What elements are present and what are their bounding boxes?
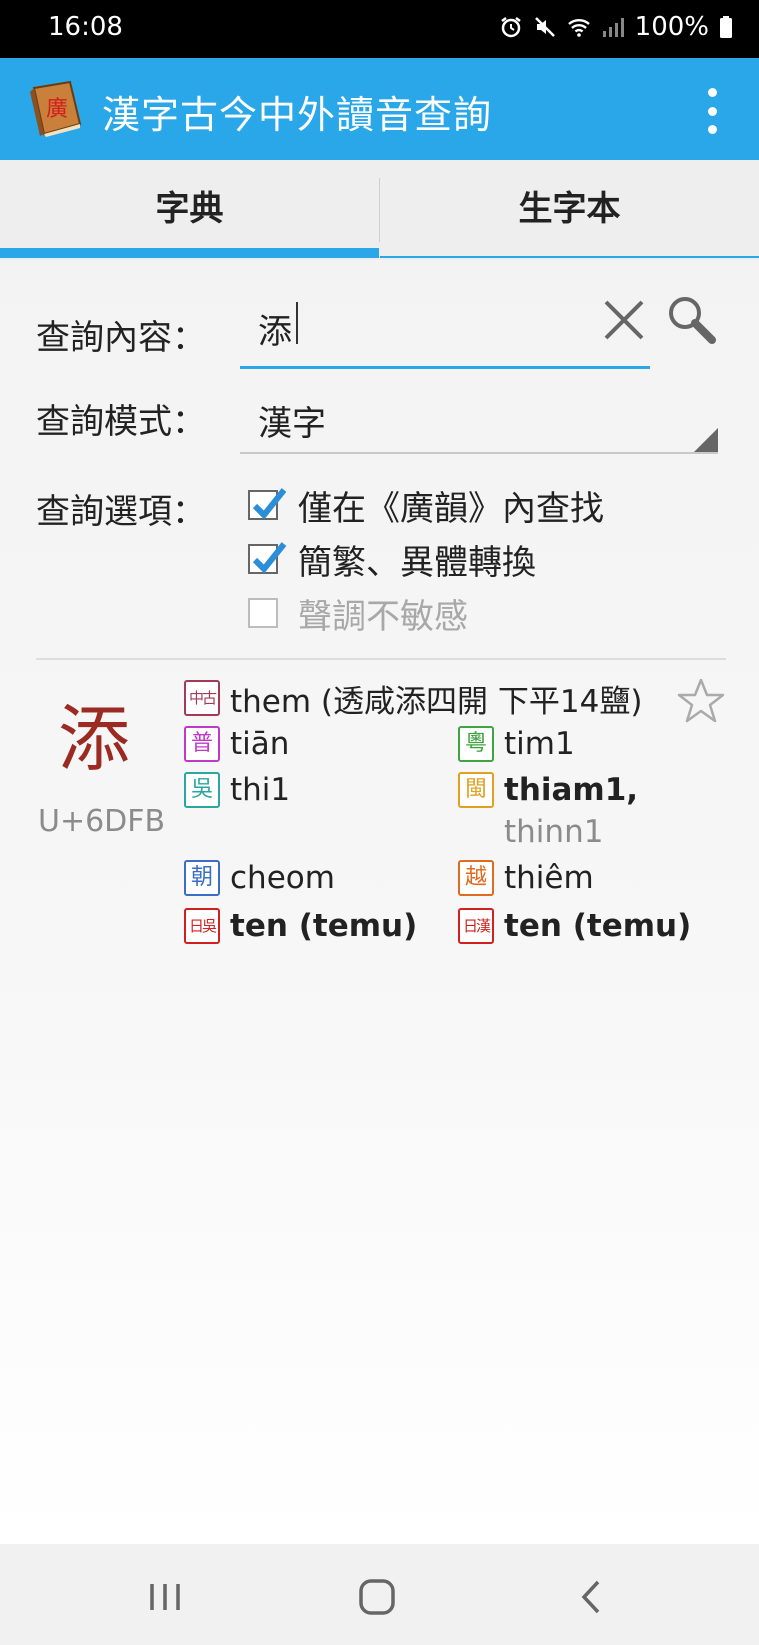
japanese-go-badge: 日吳 (184, 908, 220, 944)
reading-cantonese: 粵 tim1 (458, 722, 575, 766)
battery-percent: 100% (634, 12, 709, 42)
tab-underline (380, 256, 759, 258)
option-guangyun-only[interactable]: 僅在《廣韻》內查找 (248, 480, 604, 530)
checkbox-checked-icon[interactable] (248, 542, 287, 574)
min-text: thiam1, (504, 772, 639, 808)
back-icon[interactable] (576, 1578, 606, 1616)
tab-bar: 字典 生字本 (0, 160, 759, 260)
mandarin-text: tiān (230, 726, 290, 762)
japanese-kan-text: ten (temu) (504, 908, 692, 944)
mute-icon (534, 17, 555, 37)
option-label: 聲調不敏感 (298, 596, 468, 637)
option-tone-insensitive: 聲調不敏感 (248, 588, 468, 638)
middle-chinese-badge: 中古 (184, 680, 220, 716)
reading-mandarin: 普 tiān (184, 722, 289, 766)
mode-label: 查詢模式： (36, 402, 206, 442)
divider (36, 658, 726, 660)
reading-min: 閩 thiam1, (458, 768, 638, 812)
tab-vocabulary[interactable]: 生字本 (380, 160, 759, 260)
status-icons: 100% (499, 12, 733, 42)
text-caret (296, 302, 298, 344)
wu-text: thi1 (230, 772, 291, 808)
reading-korean: 朝 cheom (184, 856, 335, 900)
more-vert-icon[interactable] (705, 88, 719, 134)
reading-middle-chinese: 中古 them (透咸添四開 下平14鹽) (184, 676, 642, 720)
vietnamese-text: thiêm (504, 860, 594, 896)
reading-min-extra: thinn1 (504, 810, 603, 854)
search-icon[interactable] (664, 292, 720, 348)
option-label: 簡繁、異體轉換 (298, 542, 536, 583)
option-label: 僅在《廣韻》內查找 (298, 488, 604, 529)
cantonese-text: tim1 (504, 726, 575, 762)
result-character: 添 (58, 697, 131, 781)
alarm-icon (500, 17, 521, 38)
reading-japanese-kan: 日漢 ten (temu) (458, 904, 691, 948)
middle-chinese-text: them (透咸添四開 下平14鹽) (230, 683, 643, 720)
options-label: 查詢選項： (36, 492, 206, 532)
mode-selected-value: 漢字 (258, 404, 326, 444)
korean-badge: 朝 (184, 860, 220, 896)
signal-icon (602, 18, 624, 37)
battery-icon (720, 16, 732, 38)
japanese-go-text: ten (temu) (230, 908, 418, 944)
search-label: 查詢內容： (36, 318, 206, 358)
min-extra-text: thinn1 (504, 814, 604, 850)
reading-wu: 吳 thi1 (184, 768, 290, 812)
min-badge: 閩 (458, 772, 494, 808)
reading-vietnamese: 越 thiêm (458, 856, 594, 900)
result-codepoint: U+6DFB (38, 804, 166, 839)
checkbox-checked-icon[interactable] (248, 488, 287, 520)
checkbox-unchecked-icon (248, 598, 278, 628)
dropdown-arrow-icon (694, 428, 718, 452)
book-logo-icon: 廣 (30, 80, 82, 137)
favorite-star-icon[interactable] (676, 676, 726, 726)
cantonese-badge: 粵 (458, 726, 494, 762)
search-input[interactable]: 添 (240, 290, 650, 369)
navigation-bar (0, 1544, 759, 1645)
recents-icon[interactable] (148, 1582, 182, 1612)
wifi-icon (567, 19, 590, 37)
wu-badge: 吳 (184, 772, 220, 808)
reading-japanese-go: 日吳 ten (temu) (184, 904, 417, 948)
tab-selected-indicator (0, 248, 379, 258)
svg-text:廣: 廣 (46, 97, 68, 122)
mode-dropdown[interactable]: 漢字 (240, 378, 718, 454)
app-bar: 廣 漢字古今中外讀音查詢 (0, 58, 759, 160)
korean-text: cheom (230, 860, 335, 896)
option-variant-conversion[interactable]: 簡繁、異體轉換 (248, 534, 536, 584)
status-bar: 16:08 100% (0, 0, 759, 58)
home-icon[interactable] (358, 1578, 396, 1616)
vietnamese-badge: 越 (458, 860, 494, 896)
clear-icon[interactable] (598, 290, 650, 350)
japanese-kan-badge: 日漢 (458, 908, 494, 944)
status-time: 16:08 (48, 12, 123, 42)
app-title: 漢字古今中外讀音查詢 (102, 93, 493, 137)
mandarin-badge: 普 (184, 726, 220, 762)
tab-dictionary[interactable]: 字典 (0, 160, 379, 260)
search-input-value: 添 (258, 312, 292, 352)
